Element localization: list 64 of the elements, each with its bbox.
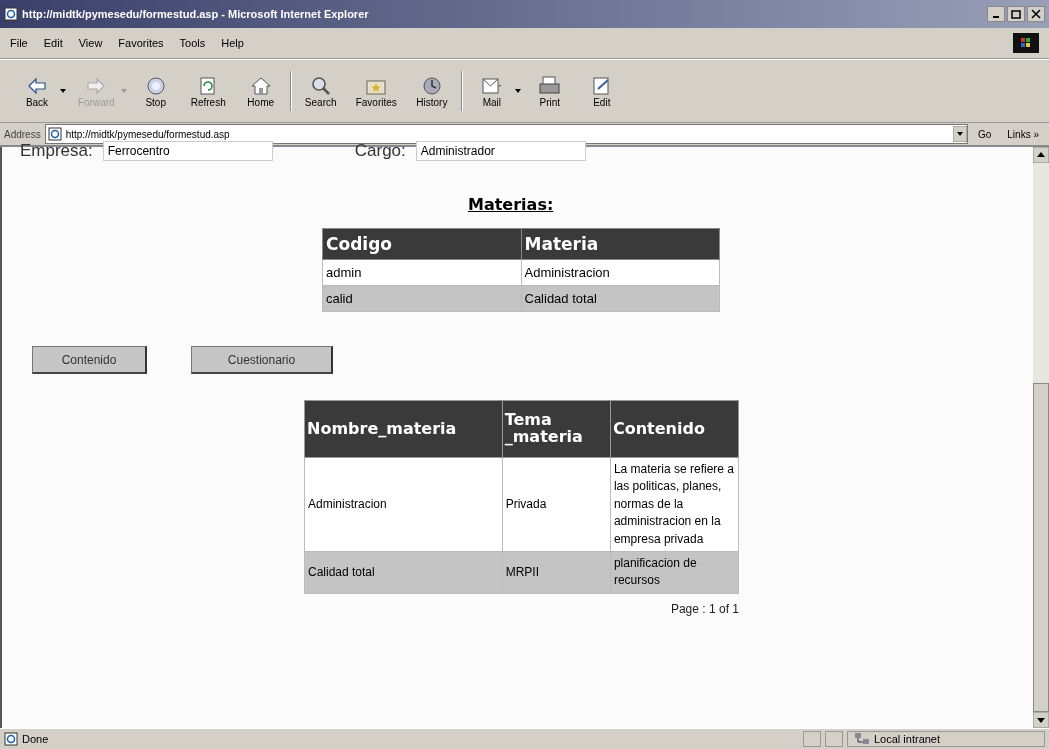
toolbar-button[interactable]: Edit: [578, 72, 625, 110]
column-header: Tema _materia: [502, 400, 611, 458]
toolbar-button[interactable]: Favorites: [349, 72, 403, 110]
text-field[interactable]: Administrador: [415, 141, 586, 161]
windows-logo-icon: [1013, 33, 1039, 53]
toolbar-button[interactable]: Home: [237, 72, 284, 110]
table-cell: planificacion de recursos: [610, 551, 739, 594]
toolbar-button[interactable]: Refresh: [184, 72, 232, 110]
table-cell: Calidad total: [521, 285, 720, 312]
form-button[interactable]: Cuestionario: [191, 346, 333, 374]
close-button[interactable]: [1027, 6, 1045, 22]
scroll-up-icon[interactable]: [1033, 147, 1049, 163]
printer-icon: [537, 74, 562, 97]
section-heading: Materias:: [468, 195, 554, 214]
close-icon: [1031, 9, 1041, 19]
status-pane: [825, 731, 843, 747]
menu-item[interactable]: Help: [221, 37, 244, 49]
table-cell: Privada: [502, 457, 611, 552]
column-header: Nombre_materia: [304, 400, 503, 458]
toolbar-button[interactable]: Mail: [468, 72, 515, 110]
field-label: Empresa:: [20, 141, 93, 161]
table-cell: La materia se refiere a las politicas, planes, normas de la administracion en la empresa privada: [610, 457, 739, 552]
table-cell: Administracion: [521, 259, 720, 286]
minimize-button[interactable]: [987, 6, 1005, 22]
menu-item[interactable]: Favorites: [118, 37, 164, 49]
table-cell: admin: [322, 259, 521, 286]
minimize-icon: [993, 16, 999, 18]
field-label: Cargo:: [354, 141, 406, 161]
page-indicator: Page : 1 of 1: [669, 601, 739, 616]
toolbar-button[interactable]: Print: [526, 72, 573, 110]
dropdown-caret-icon[interactable]: [514, 89, 521, 93]
page-icon: [4, 7, 18, 21]
page-icon: [4, 732, 18, 746]
form-button[interactable]: Contenido: [32, 346, 147, 374]
network-icon: [854, 732, 870, 746]
zone-text: Local intranet: [874, 733, 941, 745]
table-cell: calid: [322, 285, 521, 312]
menu-item[interactable]: Edit: [43, 37, 63, 49]
status-text: Done: [22, 733, 49, 745]
table-cell: MRPII: [502, 551, 611, 594]
window-title: http://midtk/pymesedu/formestud.asp - Microsoft Internet Explorer: [22, 8, 369, 20]
vertical-scrollbar[interactable]: [1033, 147, 1049, 728]
column-header: Codigo: [322, 228, 521, 260]
menu-item[interactable]: File: [10, 37, 28, 49]
column-header: Contenido: [610, 400, 739, 458]
table-cell: Administracion: [304, 457, 503, 552]
table-cell: Calidad total: [304, 551, 503, 594]
page-icon: [47, 127, 62, 141]
dropdown-arrow-icon[interactable]: [952, 126, 967, 142]
toolbar-button[interactable]: Search: [297, 72, 344, 110]
address-field[interactable]: http://midtk/pymesedu/formestud.asp: [44, 124, 968, 144]
scroll-down-icon[interactable]: [1033, 712, 1049, 728]
text-field[interactable]: Ferrocentro: [102, 141, 273, 161]
dropdown-caret-icon[interactable]: [60, 89, 66, 93]
toolbar-button[interactable]: Stop: [132, 72, 179, 110]
menu-item[interactable]: View: [78, 37, 103, 49]
column-header: Materia: [521, 228, 720, 260]
address-label: Address: [4, 128, 41, 140]
maximize-button[interactable]: [1007, 6, 1025, 22]
toolbar-button[interactable]: History: [408, 72, 455, 110]
toolbar-button[interactable]: Back: [14, 72, 60, 110]
maximize-icon: [1011, 9, 1021, 19]
status-pane: [803, 731, 821, 747]
menu-item[interactable]: Tools: [179, 37, 206, 49]
